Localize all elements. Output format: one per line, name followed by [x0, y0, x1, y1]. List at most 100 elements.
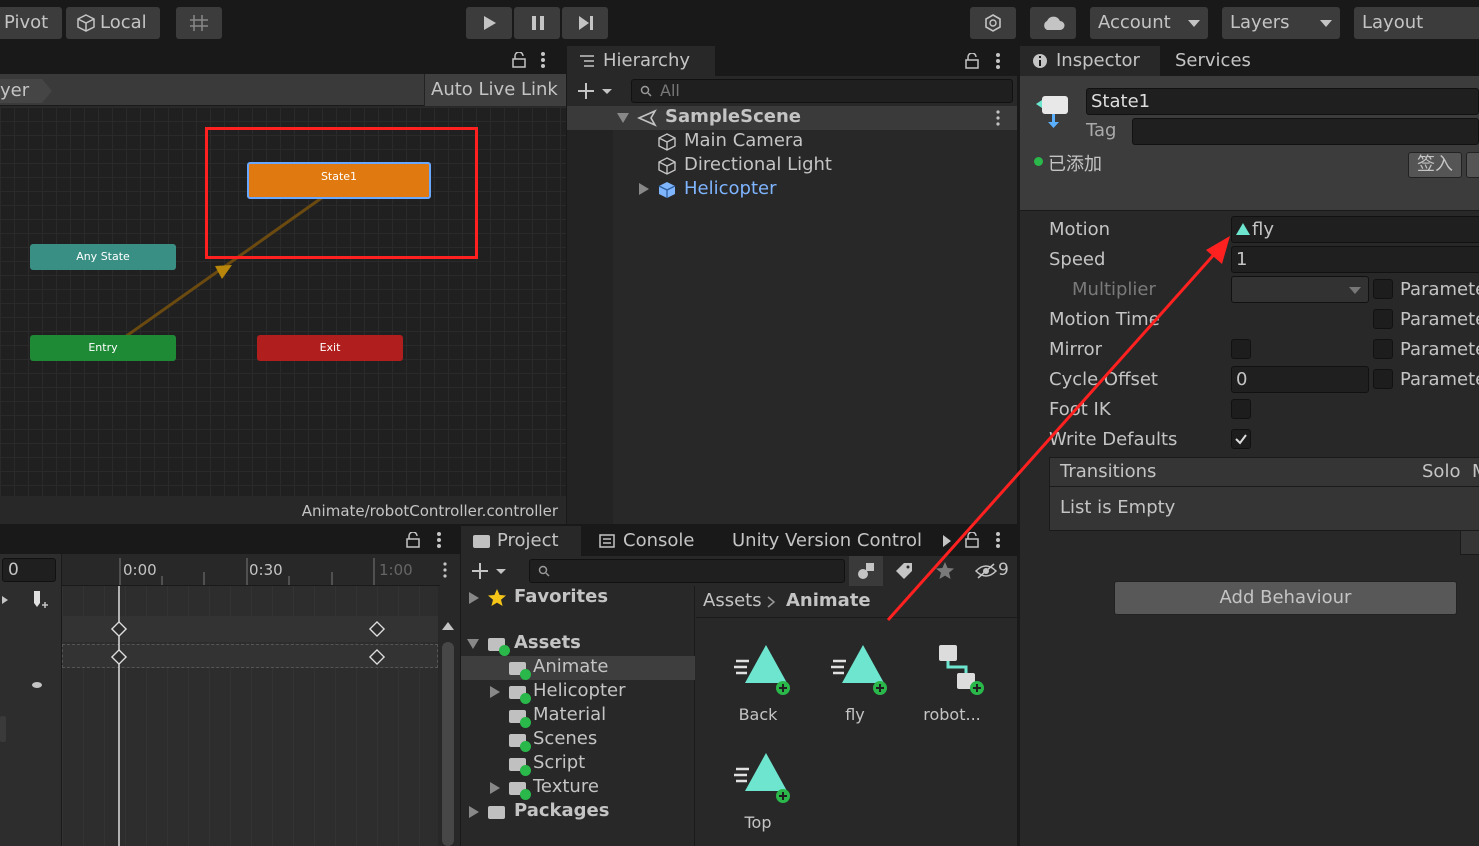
- account-dropdown[interactable]: Account: [1090, 7, 1208, 39]
- timeline-ruler[interactable]: 0:00 0:30 1:00: [62, 554, 440, 586]
- label-tag-icon[interactable]: [895, 562, 913, 580]
- expand-triangle-icon[interactable]: [490, 782, 500, 794]
- lock-icon[interactable]: [406, 532, 420, 548]
- more-menu-icon[interactable]: [436, 532, 442, 548]
- add-event-icon[interactable]: [30, 590, 52, 610]
- animation-tabstrip: [0, 526, 460, 554]
- asset-back[interactable]: Back: [713, 643, 803, 743]
- tree-item-script[interactable]: Script: [461, 752, 695, 776]
- dopesheet[interactable]: [62, 586, 438, 846]
- asset-fly[interactable]: fly: [810, 643, 900, 743]
- tab-console[interactable]: Console: [597, 526, 707, 556]
- timeline-more-icon[interactable]: [442, 562, 448, 578]
- write-defaults-checkbox[interactable]: [1231, 429, 1251, 449]
- expand-triangle-icon[interactable]: [617, 113, 629, 123]
- add-dropdown-icon[interactable]: [471, 562, 507, 580]
- tag-field[interactable]: [1132, 118, 1479, 145]
- tab-hierarchy[interactable]: Hierarchy: [567, 46, 715, 76]
- cycle-offset-parameter-checkbox[interactable]: [1373, 369, 1393, 389]
- scene-more-icon[interactable]: [995, 110, 1001, 126]
- multiplier-dropdown[interactable]: [1231, 276, 1369, 303]
- any-state-node[interactable]: Any State: [30, 244, 176, 270]
- added-badge-icon: [499, 645, 510, 656]
- speed-field[interactable]: 1: [1231, 246, 1479, 273]
- collab-button[interactable]: [970, 7, 1016, 39]
- pause-button[interactable]: [514, 7, 560, 39]
- cloud-button[interactable]: [1030, 7, 1076, 39]
- breadcrumb-animate[interactable]: Animate: [786, 590, 871, 611]
- pivot-button[interactable]: Pivot: [0, 7, 62, 39]
- tree-item-favorites[interactable]: Favorites: [461, 586, 695, 610]
- layers-dropdown[interactable]: Layers: [1222, 7, 1340, 39]
- info-icon: [1033, 54, 1047, 68]
- added-status-label: 已添加: [1048, 154, 1102, 175]
- sign-in-button[interactable]: 签入: [1408, 152, 1462, 178]
- exit-node[interactable]: Exit: [257, 335, 403, 361]
- lock-icon[interactable]: [965, 532, 979, 548]
- timeline-scrollbar[interactable]: [440, 614, 456, 846]
- more-menu-icon[interactable]: [540, 52, 546, 68]
- expand-triangle-icon[interactable]: [639, 183, 649, 195]
- expand-triangle-icon[interactable]: [490, 686, 500, 698]
- expand-triangle-icon[interactable]: [469, 806, 479, 818]
- foot-ik-checkbox[interactable]: [1231, 399, 1251, 419]
- expand-triangle-icon[interactable]: [469, 592, 479, 604]
- tree-item-helicopter[interactable]: Helicopter: [461, 680, 695, 704]
- object-name-field[interactable]: State1: [1086, 88, 1479, 115]
- tab-unity-version-control[interactable]: Unity Version Control: [732, 526, 932, 556]
- add-behaviour-button[interactable]: Add Behaviour: [1114, 581, 1457, 615]
- animation-panel: 0 0:00 0:30 1:00: [0, 526, 460, 846]
- cloud-icon: [1044, 16, 1065, 30]
- entry-node[interactable]: Entry: [30, 335, 176, 361]
- tab-services[interactable]: Services: [1175, 46, 1285, 76]
- tree-item-assets[interactable]: Assets: [461, 632, 695, 656]
- parameter-label: Paramete: [1400, 369, 1479, 390]
- hidden-eye-icon[interactable]: [975, 563, 997, 579]
- asset-top[interactable]: Top: [713, 751, 803, 846]
- hierarchy-search-input[interactable]: All: [631, 79, 1013, 103]
- expand-triangle-icon[interactable]: [467, 639, 479, 649]
- grid-snap-button[interactable]: [176, 7, 222, 39]
- frame-field[interactable]: 0: [2, 558, 56, 582]
- motion-time-parameter-checkbox[interactable]: [1373, 309, 1393, 329]
- add-dropdown-icon[interactable]: [577, 82, 613, 100]
- pause-icon: [532, 16, 544, 30]
- play-button[interactable]: [466, 7, 512, 39]
- sign-in-more-button[interactable]: [1466, 152, 1479, 178]
- tab-project[interactable]: Project: [461, 526, 581, 556]
- mirror-checkbox[interactable]: [1231, 339, 1251, 359]
- filter-type-button[interactable]: [849, 556, 883, 586]
- scroll-up-icon[interactable]: [442, 622, 454, 630]
- layer-breadcrumb[interactable]: yer: [0, 79, 52, 103]
- scene-row[interactable]: SampleScene: [567, 106, 1017, 130]
- mirror-parameter-checkbox[interactable]: [1373, 339, 1393, 359]
- asset-robot-controller[interactable]: robot...: [907, 643, 997, 743]
- tab-inspector[interactable]: Inspector: [1020, 46, 1160, 76]
- favorite-star-icon[interactable]: [935, 561, 955, 581]
- layout-dropdown[interactable]: Layout: [1354, 7, 1479, 39]
- tree-item-scenes[interactable]: Scenes: [461, 728, 695, 752]
- chevron-right-icon[interactable]: [943, 535, 951, 547]
- mirror-label: Mirror: [1049, 339, 1103, 360]
- lock-icon[interactable]: [512, 52, 526, 68]
- project-search-input[interactable]: [529, 559, 845, 583]
- more-menu-icon[interactable]: [995, 53, 1001, 69]
- tree-item-packages[interactable]: Packages: [461, 800, 695, 824]
- scroll-thumb[interactable]: [442, 642, 454, 846]
- added-badge-icon: [520, 789, 531, 800]
- step-button[interactable]: [562, 7, 608, 39]
- multiplier-parameter-checkbox[interactable]: [1373, 279, 1393, 299]
- motion-field[interactable]: fly: [1231, 216, 1479, 243]
- scroll-handle[interactable]: [0, 716, 6, 742]
- add-keyframe-icon[interactable]: [0, 592, 14, 608]
- tree-item-animate[interactable]: Animate: [461, 656, 695, 680]
- auto-live-link-toggle[interactable]: Auto Live Link: [424, 74, 566, 106]
- tree-item-material[interactable]: Material: [461, 704, 695, 728]
- tree-item-texture[interactable]: Texture: [461, 776, 695, 800]
- local-button[interactable]: Local: [66, 7, 160, 39]
- cycle-offset-field[interactable]: 0: [1231, 366, 1369, 393]
- transitions-add-remove[interactable]: [1460, 531, 1479, 555]
- more-menu-icon[interactable]: [995, 532, 1001, 548]
- lock-icon[interactable]: [965, 53, 979, 69]
- breadcrumb-assets[interactable]: Assets: [703, 590, 762, 611]
